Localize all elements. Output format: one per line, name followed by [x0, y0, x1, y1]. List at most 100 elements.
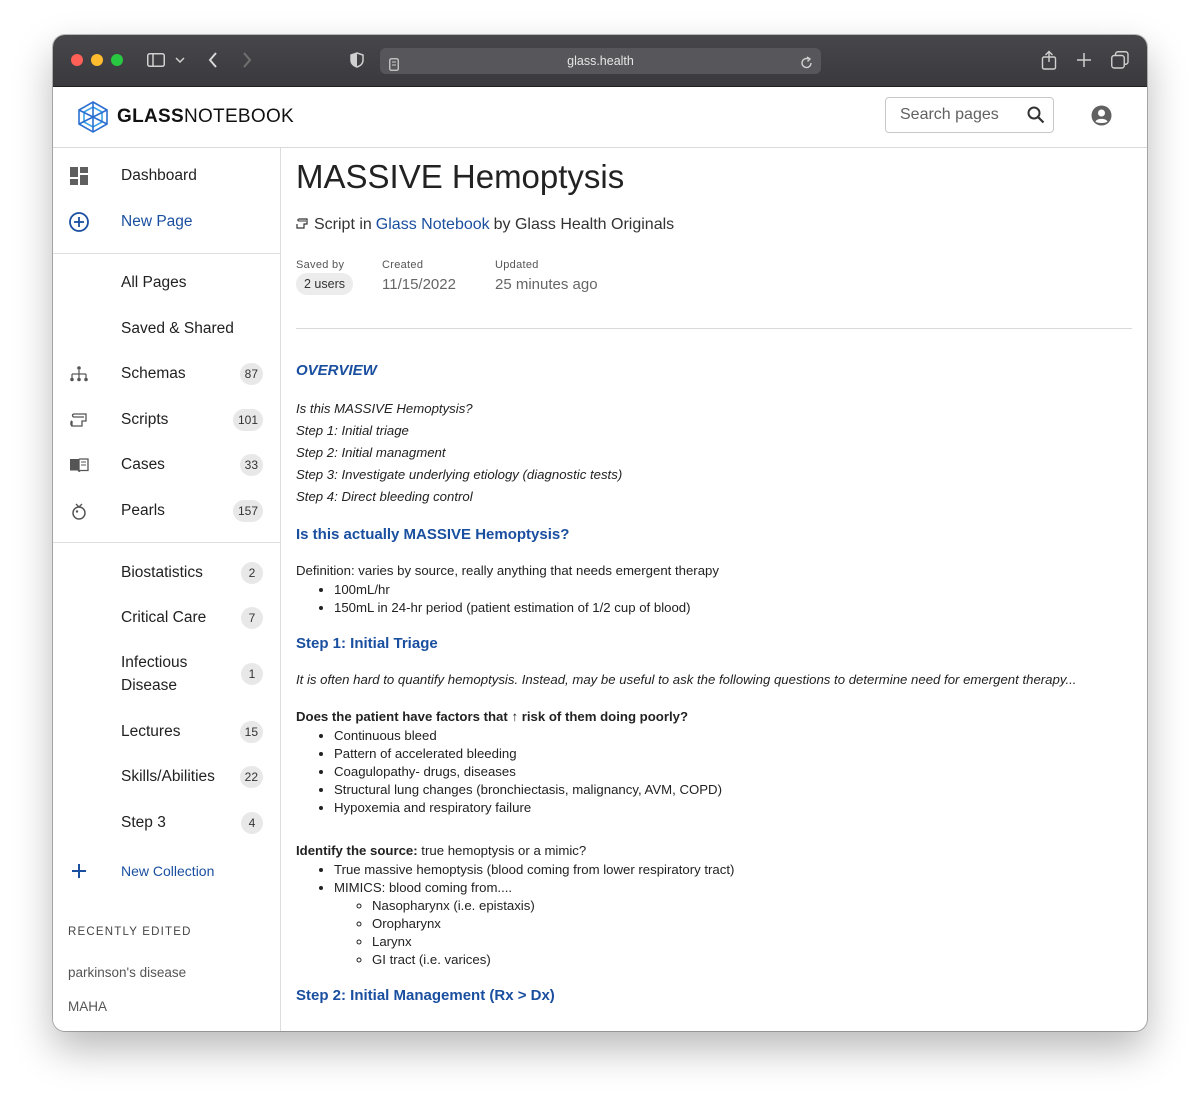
account-avatar-icon[interactable] [1091, 105, 1112, 131]
pearl-icon [67, 499, 91, 523]
sidebar-item-label: Biostatistics [121, 564, 203, 581]
sidebar-item-label: Schemas [121, 365, 186, 382]
sidebar: Dashboard New Page All Pages Saved & Sha… [53, 148, 281, 1031]
saved-by-chip[interactable]: 2 users [296, 273, 353, 295]
sidebar-item-pearls[interactable]: Pearls 157 [53, 491, 280, 531]
page-reader-icon[interactable] [389, 54, 399, 80]
header-divider [296, 328, 1132, 329]
list-item: 150mL in 24-hr period (patient estimatio… [334, 599, 1132, 617]
list-item: Larynx [372, 933, 1132, 951]
sidebar-item-label: Skills/Abilities [121, 768, 215, 785]
glass-notebook-logo[interactable]: GLASSNOTEBOOK [75, 100, 294, 134]
count-badge: 157 [232, 500, 263, 522]
sidebar-item-label: Critical Care [121, 609, 207, 626]
overview-item: Step 2: Initial managment [296, 445, 446, 460]
main-content: MASSIVE Hemoptysis Script in Glass Noteb… [296, 148, 1132, 1031]
search-input[interactable] [898, 105, 1022, 125]
notebook-link[interactable]: Glass Notebook [376, 216, 490, 234]
tab-overview-icon[interactable] [1110, 49, 1130, 71]
add-circle-icon [67, 210, 91, 234]
search-icon[interactable] [1027, 106, 1045, 129]
list-item: Pattern of accelerated bleeding [334, 745, 1132, 763]
reload-icon[interactable] [800, 53, 813, 79]
count-badge: 2 [241, 562, 263, 584]
list-item: Coagulopathy- drugs, diseases [334, 763, 1132, 781]
overview-item: Is this MASSIVE Hemoptysis? [296, 401, 473, 416]
sidebar-item-cases[interactable]: Cases 33 [53, 445, 280, 485]
mimic-list: Nasopharynx (i.e. epistaxis) Oropharynx … [334, 897, 1132, 969]
minimize-window-button[interactable] [91, 54, 103, 66]
risk-question: Does the patient have factors that ↑ ris… [296, 709, 689, 724]
overview-heading: OVERVIEW [296, 362, 377, 379]
overview-item: Step 3: Investigate underlying etiology … [296, 467, 623, 482]
sidebar-item-label: Scripts [121, 411, 169, 428]
created-label: Created [382, 259, 424, 271]
script-icon [67, 408, 91, 432]
sidebar-item-biostatistics[interactable]: Biostatistics 2 [53, 553, 280, 593]
sidebar-item-label: New Page [121, 213, 193, 230]
sidebar-item-step-3[interactable]: Step 3 4 [53, 803, 280, 843]
source-question: Identify the source: true hemoptysis or … [296, 843, 1132, 858]
app-header: GLASSNOTEBOOK [53, 87, 1147, 148]
sidebar-item-critical-care[interactable]: Critical Care 7 [53, 598, 280, 638]
list-item: Hypoxemia and respiratory failure [334, 799, 1132, 817]
count-badge: 87 [239, 363, 263, 385]
sidebar-item-saved-shared[interactable]: Saved & Shared [53, 309, 280, 349]
list-item: Continuous bleed [334, 727, 1132, 745]
privacy-shield-icon[interactable] [347, 49, 367, 71]
chevron-down-icon[interactable] [173, 49, 187, 71]
sidebar-item-all-pages[interactable]: All Pages [53, 263, 280, 303]
schema-icon [67, 362, 91, 386]
sidebar-toggle-icon[interactable] [145, 49, 167, 71]
recent-item[interactable]: parkinson's disease [68, 965, 186, 980]
count-badge: 33 [239, 454, 263, 476]
sidebar-item-label: Infectious Disease [121, 654, 188, 694]
back-arrow-icon[interactable] [203, 49, 223, 71]
sidebar-divider [53, 253, 280, 254]
source-list: True massive hemoptysis (blood coming fr… [296, 861, 1132, 969]
logo-text-bold: GLASS [117, 106, 184, 127]
book-icon [67, 453, 91, 477]
section-heading: Is this actually MASSIVE Hemoptysis? [296, 526, 570, 543]
close-window-button[interactable] [71, 54, 83, 66]
sidebar-item-schemas[interactable]: Schemas 87 [53, 354, 280, 394]
script-type-label: Script in [314, 216, 372, 233]
overview-item: Step 1: Initial triage [296, 423, 409, 438]
sidebar-item-scripts[interactable]: Scripts 101 [53, 400, 280, 440]
page-subtitle: Script in Glass Notebook by Glass Health… [296, 216, 674, 234]
list-item: Oropharynx [372, 915, 1132, 933]
zoom-window-button[interactable] [111, 54, 123, 66]
sidebar-item-label: Dashboard [121, 167, 197, 184]
recent-item[interactable]: MAHA [68, 999, 107, 1014]
count-badge: 22 [239, 766, 263, 788]
url-text: glass.health [567, 54, 634, 68]
source-question-rest: true hemoptysis or a mimic? [417, 843, 587, 858]
share-icon[interactable] [1039, 49, 1059, 71]
address-bar[interactable]: glass.health [380, 48, 821, 74]
list-item: Nasopharynx (i.e. epistaxis) [372, 897, 1132, 915]
list-item: True massive hemoptysis (blood coming fr… [334, 861, 1132, 879]
triage-intro: It is often hard to quantify hemoptysis.… [296, 672, 1077, 687]
source-question-bold: Identify the source: [296, 843, 418, 858]
sidebar-item-skills-abilities[interactable]: Skills/Abilities 22 [53, 757, 280, 797]
list-item: MIMICS: blood coming from.... [334, 880, 513, 895]
sidebar-item-lectures[interactable]: Lectures 15 [53, 712, 280, 752]
browser-window: glass.health GLASSNOTEBOOK Search pages … [53, 35, 1147, 1031]
list-item: 100mL/hr [334, 581, 1132, 599]
overview-item: Step 4: Direct bleeding control [296, 489, 473, 504]
sidebar-item-infectious-disease[interactable]: Infectious Disease 1 [53, 644, 280, 704]
search-box[interactable] [885, 97, 1054, 133]
new-tab-plus-icon[interactable] [1074, 49, 1094, 71]
new-collection-button[interactable]: New Collection [53, 851, 280, 891]
sidebar-item-new-page[interactable]: New Page [53, 202, 280, 242]
sidebar-item-label: All Pages [121, 274, 187, 291]
sidebar-item-label: Pearls [121, 502, 165, 519]
definition-list: 100mL/hr 150mL in 24-hr period (patient … [296, 581, 1132, 617]
section-heading: Step 2: Initial Management (Rx > Dx) [296, 987, 555, 1004]
sidebar-item-label: Cases [121, 456, 165, 473]
sidebar-item-dashboard[interactable]: Dashboard [53, 156, 280, 196]
new-collection-label: New Collection [121, 863, 215, 879]
forward-arrow-icon[interactable] [237, 49, 257, 71]
count-badge: 1 [241, 663, 263, 685]
sidebar-item-label: Lectures [121, 723, 181, 740]
